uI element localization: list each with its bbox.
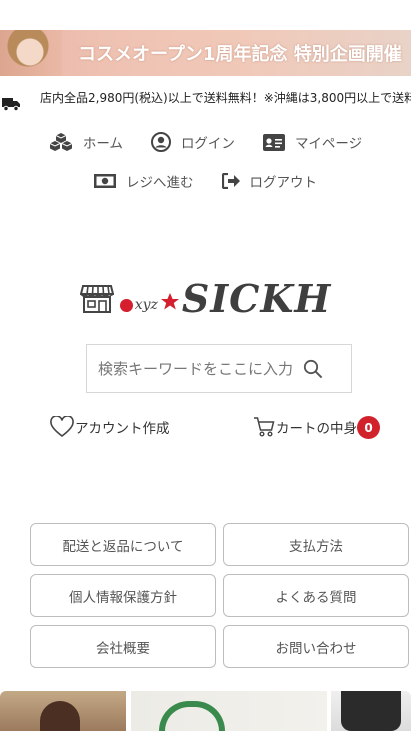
secondary-nav: レジへ進む ログアウト <box>0 171 411 191</box>
product-photo-2[interactable] <box>131 691 327 731</box>
search-input[interactable] <box>87 345 297 392</box>
product-photo-1[interactable] <box>0 691 126 731</box>
link-faq[interactable]: よくある質問 <box>223 574 409 617</box>
nav-logout-label: ログアウト <box>249 175 318 191</box>
link-shipping-returns[interactable]: 配送と返品について <box>30 523 216 566</box>
link-contact[interactable]: お問い合わせ <box>223 625 409 668</box>
truck-icon <box>2 98 20 111</box>
create-account-label: アカウント作成 <box>75 421 170 437</box>
star-icon <box>160 292 179 309</box>
link-company[interactable]: 会社概要 <box>30 625 216 668</box>
logo-red-dot <box>119 299 133 312</box>
site-logo[interactable]: xyz SICKH <box>0 276 411 321</box>
nav-mypage[interactable]: マイページ <box>262 132 363 152</box>
nav-login-label: ログイン <box>180 136 235 152</box>
promo-banner[interactable]: コスメオープン1周年記念 特別企画開催 <box>0 30 411 76</box>
banner-model-photo <box>0 30 62 76</box>
shipping-notice: 店内全品2,980円(税込)以上で送料無料！※沖縄は3,800円以上で送料 <box>0 88 411 124</box>
nav-mypage-label: マイページ <box>294 136 363 152</box>
storefront-icon <box>79 284 114 313</box>
boxes-icon <box>49 133 73 151</box>
create-account-link[interactable]: アカウント作成 <box>50 416 170 438</box>
nav-home-label: ホーム <box>82 136 123 152</box>
nav-checkout-label: レジへ進む <box>126 175 194 191</box>
banner-text: コスメオープン1周年記念 特別企画開催 <box>78 44 402 65</box>
product-photo-3[interactable] <box>331 691 411 731</box>
account-row: アカウント作成 カートの中身 <box>0 414 411 442</box>
cart-label: カートの中身 <box>276 421 357 437</box>
cart-count-badge: 0 <box>357 416 380 439</box>
search-icon[interactable] <box>303 359 323 379</box>
user-circle-icon <box>150 132 171 152</box>
footer-links: 配送と返品について 支払方法 個人情報保護方針 よくある質問 会社概要 お問い合… <box>30 523 410 668</box>
money-bill-icon <box>94 174 116 188</box>
link-privacy[interactable]: 個人情報保護方針 <box>30 574 216 617</box>
logo-wordmark: SICKH <box>181 276 332 321</box>
cart-link[interactable]: カートの中身 <box>253 416 357 438</box>
cart-icon <box>254 417 275 437</box>
nav-logout[interactable]: ログアウト <box>221 171 318 191</box>
search-box <box>86 344 352 393</box>
heart-icon <box>50 416 74 438</box>
nav-checkout[interactable]: レジへ進む <box>94 171 194 191</box>
link-payment[interactable]: 支払方法 <box>223 523 409 566</box>
logo-xyz: xyz <box>134 296 158 313</box>
nav-home[interactable]: ホーム <box>49 132 123 152</box>
product-photo-strip <box>0 691 411 731</box>
nav-login[interactable]: ログイン <box>150 132 235 152</box>
id-card-icon <box>262 133 285 151</box>
shipping-text: 店内全品2,980円(税込)以上で送料無料！※沖縄は3,800円以上で送料 <box>40 91 411 105</box>
top-nav: ホーム ログイン マイページ <box>0 132 411 152</box>
sign-out-icon <box>221 173 240 189</box>
